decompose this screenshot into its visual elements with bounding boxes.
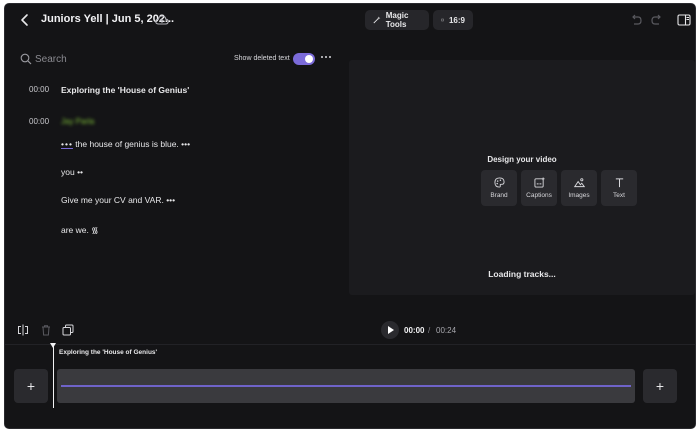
play-button[interactable]	[381, 321, 399, 339]
speaker-name[interactable]: Jay Parla	[61, 117, 94, 126]
design-your-video-title: Design your video	[487, 155, 557, 164]
magic-tools-button[interactable]: Magic Tools	[365, 10, 429, 30]
show-deleted-text-toggle[interactable]	[293, 53, 315, 65]
captions-icon	[533, 177, 545, 188]
timestamp[interactable]: 00:00	[29, 117, 49, 126]
brand-label: Brand	[490, 192, 508, 199]
captions-button[interactable]: Captions	[521, 170, 557, 206]
back-arrow-icon[interactable]	[17, 12, 33, 28]
total-time: 00:24	[436, 326, 457, 335]
time-separator: /	[428, 326, 431, 335]
images-label: Images	[568, 192, 590, 199]
clip-title: Exploring the 'House of Genius'	[59, 349, 158, 356]
text-button[interactable]: Text	[601, 170, 637, 206]
toggle-knob	[305, 55, 313, 63]
palette-icon	[493, 177, 505, 188]
captions-label: Captions	[526, 192, 552, 199]
add-clip-after-button[interactable]: +	[643, 369, 677, 403]
audio-waveform	[61, 385, 631, 387]
more-options-icon[interactable]	[321, 56, 331, 58]
playhead-handle[interactable]	[50, 343, 56, 348]
aspect-ratio-label: 16:9	[448, 15, 465, 25]
design-tools: Brand Captions Images Text	[481, 170, 637, 206]
images-button[interactable]: Images	[561, 170, 597, 206]
transcript-line-text: the house of genius is blue. •••	[72, 139, 191, 149]
loading-tracks-text: Loading tracks...	[488, 269, 556, 279]
add-clip-before-button[interactable]: +	[14, 369, 48, 403]
top-bar: Juniors Yell | Jun 5, 202... Magic Tools…	[5, 4, 695, 36]
current-time: 00:00	[404, 326, 425, 335]
search-input[interactable]	[35, 50, 185, 68]
playhead[interactable]	[53, 344, 54, 408]
transcript-line[interactable]: you ••	[61, 167, 83, 177]
magic-wand-icon	[373, 16, 381, 24]
image-icon	[573, 178, 585, 188]
brand-button[interactable]: Brand	[481, 170, 517, 206]
chapter-title[interactable]: Exploring the 'House of Genius'	[61, 85, 189, 95]
show-deleted-text-label: Show deleted text	[234, 55, 290, 62]
trash-icon[interactable]	[40, 324, 52, 336]
timestamp[interactable]: 00:00	[29, 85, 49, 94]
search-icon	[20, 53, 32, 65]
text-label: Text	[613, 192, 625, 199]
panel-toggle-icon[interactable]	[677, 13, 691, 27]
undo-icon[interactable]	[629, 13, 643, 27]
redo-icon[interactable]	[650, 13, 664, 27]
text-icon	[615, 178, 623, 188]
duplicate-icon[interactable]	[62, 324, 74, 336]
video-preview: Design your video Brand Captions Images …	[349, 60, 695, 295]
cloud-sync-icon	[155, 15, 169, 25]
filler-dots[interactable]: •••	[61, 139, 73, 149]
timeline-clip[interactable]	[57, 369, 635, 403]
transcript-line[interactable]: are we. ᯾	[61, 225, 98, 236]
app-window: Juniors Yell | Jun 5, 202... Magic Tools…	[5, 4, 695, 428]
magic-tools-label: Magic Tools	[385, 11, 409, 29]
split-icon[interactable]	[17, 324, 29, 336]
aspect-ratio-button[interactable]: 16:9	[433, 10, 473, 30]
transcript-line[interactable]: ••• the house of genius is blue. •••	[61, 139, 190, 149]
transcript-line[interactable]: Give me your CV and VAR. •••	[61, 195, 175, 205]
aspect-ratio-icon	[441, 18, 444, 22]
